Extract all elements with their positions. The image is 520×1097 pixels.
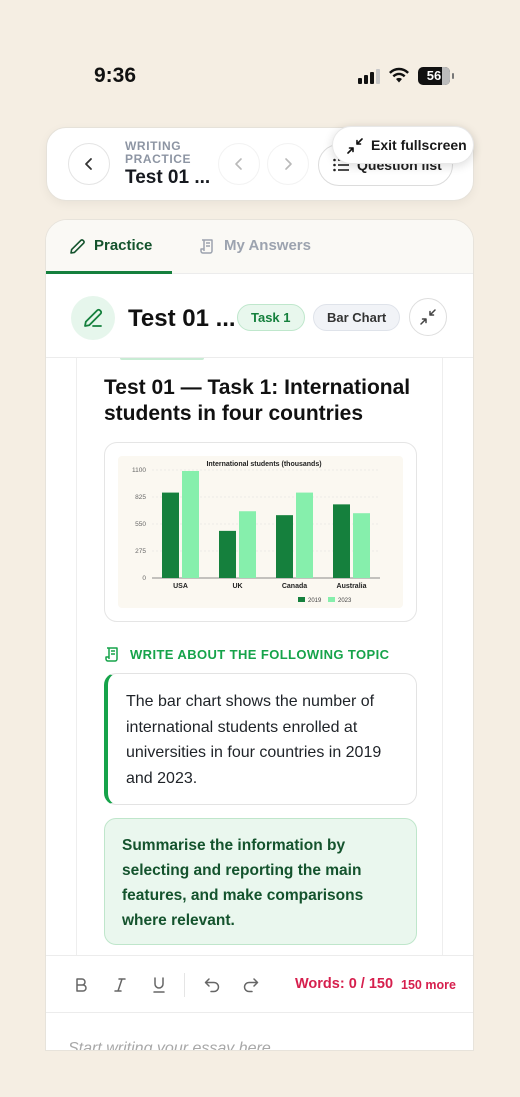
chevron-left-icon [235,158,242,170]
word-count: Words: 0 / 150 [295,976,394,992]
redo-icon [243,978,259,993]
italic-icon [114,978,126,992]
tab-my-answers-label: My Answers [224,237,311,254]
task-icon-circle [71,296,115,340]
tab-bar: Practice My Answers [46,220,473,274]
legend-label: 2023 [338,598,352,604]
tab-my-answers[interactable]: My Answers [196,220,336,274]
question-content: Test 01 — Task 1: International students… [76,358,443,955]
redo-button[interactable] [240,974,262,996]
chart-bar [239,511,256,578]
prev-question-button[interactable] [218,143,260,185]
chart-bar [182,470,199,578]
legend-label: 2019 [308,598,322,604]
y-tick-label: 550 [135,521,146,528]
chart-bar [296,492,313,578]
question-title: Test 01 — Task 1: International students… [104,376,411,425]
x-tick-label: UK [232,583,242,590]
x-tick-label: Australia [337,583,367,590]
minimize-icon [347,138,363,154]
y-tick-label: 275 [135,548,146,555]
exit-fullscreen-button[interactable]: Exit fullscreen [332,126,474,164]
chart-title: International students (thousands) [206,461,321,468]
underline-button[interactable] [148,974,170,996]
topic-label: WRITE ABOUT THE FOLLOWING TOPIC [104,647,389,663]
status-bar: 9:36 56 [0,0,520,110]
chart-bar [162,492,179,578]
chart-bar [333,504,350,578]
collapse-button[interactable] [409,298,447,336]
chart-card: International students (thousands) 0 275 5… [104,442,417,622]
battery-level: 56 [426,68,442,83]
status-time: 9:36 [94,64,137,87]
task-title: Test 01 ... [128,305,236,332]
chevron-left-icon [85,158,92,170]
bold-button[interactable] [70,974,92,996]
y-tick-label: 1100 [132,467,146,474]
bar-chart: International students (thousands) 0 275 5… [132,461,380,604]
task-header: Test 01 ... Task 1 Bar Chart [46,274,473,358]
y-tick-label: 0 [142,575,146,582]
tab-practice[interactable]: Practice [46,220,172,274]
italic-button[interactable] [109,974,131,996]
chart-area: International students (thousands) 0 275 5… [118,456,403,608]
wifi-icon [389,67,409,83]
minimize-icon [420,309,436,325]
words-remaining: 150 more [401,978,456,992]
battery-icon: 56 [418,67,454,85]
legend-swatch [298,597,305,602]
scroll-icon [200,239,213,254]
tab-practice-label: Practice [94,237,153,254]
topic-label-text: WRITE ABOUT THE FOLLOWING TOPIC [130,647,390,662]
chart-bar [353,513,370,578]
next-question-button[interactable] [267,143,309,185]
breadcrumb-section: WRITING PRACTICE [125,139,192,166]
scroll-icon [105,647,118,662]
chevron-right-icon [285,158,292,170]
chart-bar [276,515,293,578]
underline-icon [153,977,165,993]
practice-panel: Practice My Answers Test 01 ... Task 1 B… [45,219,474,1051]
legend-swatch [328,597,335,602]
chart-bar [219,530,236,578]
essay-input[interactable]: Start writing your essay here... [68,1040,284,1050]
pencil-icon [70,239,85,254]
task-instruction: Summarise the information by selecting a… [104,818,417,945]
x-tick-label: Canada [282,583,307,590]
task-number-badge: Task 1 [237,304,305,331]
scroll-indicator [120,358,204,360]
editor-toolbar: Words: 0 / 150 150 more [46,955,473,1013]
pencil-icon [84,308,103,327]
topic-prompt: The bar chart shows the number of intern… [104,673,417,805]
bold-icon [76,978,87,992]
undo-icon [204,978,220,993]
signal-icon [358,68,382,84]
y-tick-label: 825 [135,494,146,501]
breadcrumb-title: Test 01 ... [125,167,211,188]
exit-fullscreen-label: Exit fullscreen [371,137,467,153]
back-button[interactable] [68,143,110,185]
task-type-badge: Bar Chart [313,304,401,331]
x-tick-label: USA [173,583,188,590]
undo-button[interactable] [201,974,223,996]
toolbar-divider [184,973,185,997]
